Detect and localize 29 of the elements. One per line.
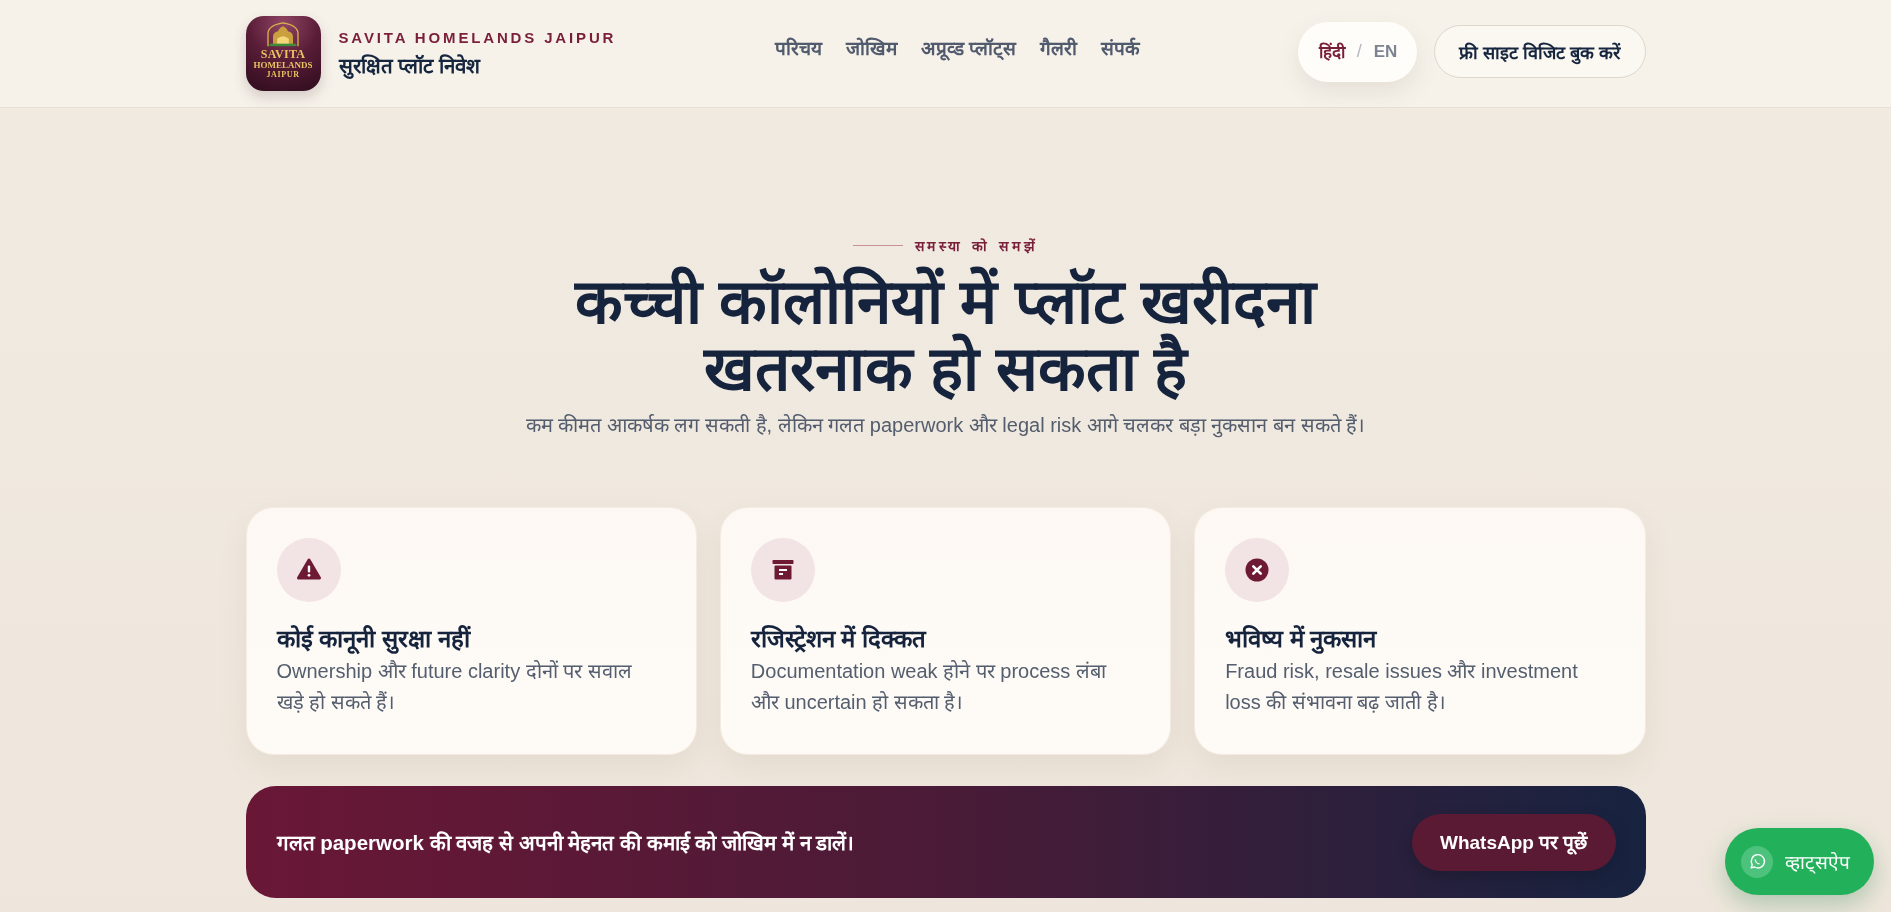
whatsapp-ask-button[interactable]: WhatsApp पर पूछें bbox=[1412, 813, 1616, 871]
card-title: कोई कानूनी सुरक्षा नहीं bbox=[276, 624, 472, 656]
card-description: Ownership और future clarity दोनों पर सवाल खड़े हो सकते हैं। bbox=[276, 659, 633, 715]
language-option[interactable]: EN bbox=[1373, 41, 1398, 62]
nav-link[interactable]: संपर्क bbox=[1101, 34, 1141, 61]
nav-link[interactable]: जोखिम bbox=[845, 34, 897, 61]
logo-text: HOMELANDS bbox=[253, 61, 313, 70]
nav-link[interactable]: परिचय bbox=[774, 34, 822, 61]
archive-box-icon bbox=[750, 538, 815, 602]
warning-icon bbox=[276, 538, 341, 602]
nav-link[interactable]: गैलरी bbox=[1040, 34, 1078, 61]
phone-chat-icon bbox=[1741, 845, 1773, 878]
hero-subtitle: कम कीमत आकर्षक लग सकती है, लेकिन गलत paperwork और legal risk आगे चलकर बड़ा नुकसान बन सकते हैं। bbox=[525, 413, 1366, 440]
book-visit-button[interactable]: फ्री साइट विजिट बुक करें bbox=[1434, 25, 1646, 78]
hero-title: कच्ची कॉलोनियों में प्लॉट खरीदना खतरनाक हो सकता है bbox=[573, 268, 1319, 402]
logo-text: JAIPUR bbox=[266, 71, 300, 79]
logo-text: SAVITA bbox=[260, 48, 306, 60]
card-description: Documentation weak होने पर process लंबा और uncertain हो सकता है। bbox=[750, 659, 1108, 715]
language-option[interactable]: हिंदी bbox=[1318, 40, 1345, 63]
card-description: Fraud risk, resale issues और investment loss की संभावना बढ़ जाती है। bbox=[1225, 659, 1579, 715]
card-title: भविष्य में नुकसान bbox=[1225, 624, 1378, 656]
language-separator: / bbox=[1356, 41, 1362, 62]
x-circle-icon bbox=[1225, 538, 1290, 602]
brand-tagline: सुरक्षित प्लॉट निवेश bbox=[338, 52, 482, 79]
nav-link[interactable]: अप्रूव्ड प्लॉट्स bbox=[920, 34, 1017, 61]
banner-text: गलत paperwork की वजह से अपनी मेहनत की कमाई को जोखिम में न डालें। bbox=[276, 830, 855, 856]
section-eyebrow: समस्या को समझें bbox=[914, 236, 1039, 255]
brand-name: SAVITA HOMELANDS JAIPUR bbox=[338, 28, 617, 46]
card-title: रजिस्ट्रेशन में दिक्कत bbox=[750, 624, 928, 655]
